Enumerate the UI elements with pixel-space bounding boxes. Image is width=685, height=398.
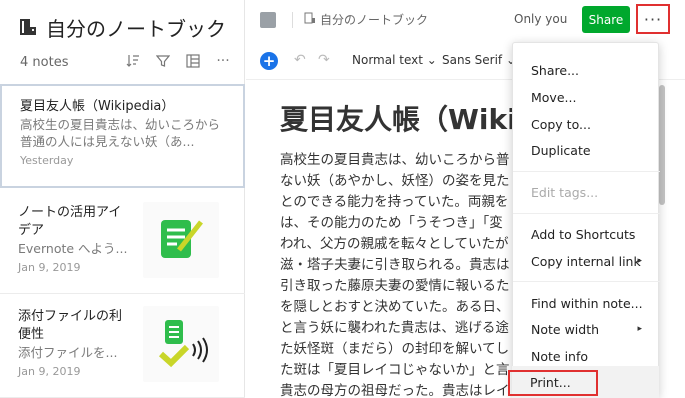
menu-item-note-info[interactable]: Note info [513, 345, 660, 367]
divider [292, 12, 293, 28]
expand-icon[interactable] [260, 12, 276, 28]
menu-divider [513, 213, 660, 214]
note-date: Jan 9, 2019 [18, 365, 81, 378]
body-line: 滋・塔子夫妻に引き取られる。貴志は [280, 257, 510, 273]
note-title: 夏目友人帳（Wikipedia） [20, 99, 175, 114]
note-list-item[interactable]: 添付ファイルの利便性 添付ファイルを... Jan 9, 2019 [0, 296, 245, 398]
note-snippet: 添付ファイルを... [18, 345, 118, 360]
body-line: た斑は「夏目レイコじゃないか」と言 [280, 362, 510, 378]
share-button[interactable]: Share [582, 6, 630, 33]
more-options-icon[interactable]: ··· [214, 52, 232, 70]
redo-icon[interactable]: ↷ [318, 52, 330, 68]
body-line: われ、父方の親戚を転々としていたが [280, 236, 509, 252]
text-style-select[interactable]: Normal text ⌄ [352, 53, 437, 67]
view-options-icon[interactable] [184, 52, 202, 70]
menu-divider [513, 281, 660, 282]
body-line: と言う妖に襲われた貴志は、逃げる途 [280, 320, 509, 336]
menu-item-add-shortcuts[interactable]: Add to Shortcuts [513, 223, 660, 245]
body-line: た妖怪斑（まだら）の封印を解いてし [280, 341, 510, 357]
note-snippet: 高校生の夏目貴志は、幼いころから普通の人には見えない妖（あ... [20, 117, 221, 149]
sort-icon[interactable] [124, 52, 142, 70]
note-list-item[interactable]: 夏目友人帳（Wikipedia） 高校生の夏目貴志は、幼いころから普通の人には見… [0, 84, 245, 188]
menu-item-copy-to[interactable]: Copy to... [513, 113, 660, 135]
more-actions-button[interactable]: ··· [636, 4, 670, 34]
breadcrumb[interactable]: 自分のノートブック [304, 11, 428, 28]
note-title: 添付ファイルの利便性 [18, 309, 123, 342]
body-line: を隠しとおすと決めていた。ある日、 [280, 299, 510, 315]
breadcrumb-notebook: 自分のノートブック [320, 13, 429, 27]
menu-item-label: Move... [531, 89, 577, 105]
note-list-panel: 自分のノートブック 4 notes ··· 夏目友人帳（Wikipedia） 高… [0, 0, 245, 398]
note-snippet: Evernote へよう... [18, 241, 128, 256]
menu-item-edit-tags: Edit tags... [513, 181, 660, 203]
menu-item-label: Edit tags... [531, 184, 599, 200]
note-count: 4 notes [20, 55, 69, 70]
menu-item-label: Note info [531, 348, 589, 364]
note-title: ノートの活用アイデア [18, 205, 122, 238]
menu-item-share[interactable]: Share... [513, 59, 660, 81]
menu-item-label: Share... [531, 62, 579, 78]
note-list-item[interactable]: ノートの活用アイデア Evernote へよう... Jan 9, 2019 [0, 190, 245, 294]
more-actions-menu: Share... Move... Copy to... Duplicate Ed… [512, 42, 660, 398]
menu-divider [513, 171, 660, 172]
body-line: ない妖（あやかし、妖怪）の姿を見た [280, 173, 510, 189]
menu-item-label: Copy to... [531, 116, 591, 132]
editor-topbar: 自分のノートブック Only you Share ··· [246, 0, 685, 40]
body-line: 貴志の母方の祖母だった。貴志はレイ [280, 383, 510, 398]
menu-item-label: Copy internal link [531, 253, 641, 269]
body-line: は、その能力のため「うそつき」「変 [280, 215, 503, 231]
menu-item-move[interactable]: Move... [513, 86, 660, 108]
note-list-tools: ··· [124, 52, 232, 70]
body-line: 高校生の夏目貴志は、幼いころから普 [280, 152, 510, 168]
note-thumbnail-attachment-icon [143, 306, 219, 382]
note-date: Jan 9, 2019 [18, 261, 81, 274]
note-body[interactable]: 高校生の夏目貴志は、幼いころから普 ない妖（あやかし、妖怪）の姿を見た とのでき… [280, 150, 520, 398]
filter-icon[interactable] [154, 52, 172, 70]
menu-item-label: Add to Shortcuts [531, 226, 636, 242]
note-thumbnail-edit-icon [143, 202, 219, 278]
print-highlight-box [508, 370, 598, 396]
menu-item-label: Find within note... [531, 295, 643, 311]
body-line: 引き取った藤原夫妻の愛情に報いるた [280, 278, 510, 294]
notebook-title-text: 自分のノートブック [46, 16, 226, 41]
submenu-arrow-icon: ▸ [637, 324, 642, 334]
menu-item-note-width[interactable]: Note width ▸ [513, 318, 660, 340]
insert-plus-icon[interactable]: + [260, 52, 278, 70]
notebook-icon [18, 17, 38, 37]
body-line: とのできる能力を持っていた。両親を [280, 194, 509, 210]
menu-item-copy-internal-link[interactable]: Copy internal link ▸ [513, 250, 660, 272]
submenu-arrow-icon: ▸ [637, 256, 642, 266]
notebook-small-icon [304, 12, 316, 27]
notebook-title: 自分のノートブック [18, 13, 226, 41]
undo-icon[interactable]: ↶ [294, 52, 306, 68]
menu-item-duplicate[interactable]: Duplicate [513, 139, 660, 161]
sharing-status[interactable]: Only you [514, 12, 567, 26]
menu-item-find-within-note[interactable]: Find within note... [513, 292, 660, 314]
menu-item-label: Duplicate [531, 142, 591, 158]
menu-item-label: Note width [531, 321, 600, 337]
font-family-select[interactable]: Sans Serif ⌄ [442, 53, 516, 67]
note-date: Yesterday [20, 154, 74, 167]
